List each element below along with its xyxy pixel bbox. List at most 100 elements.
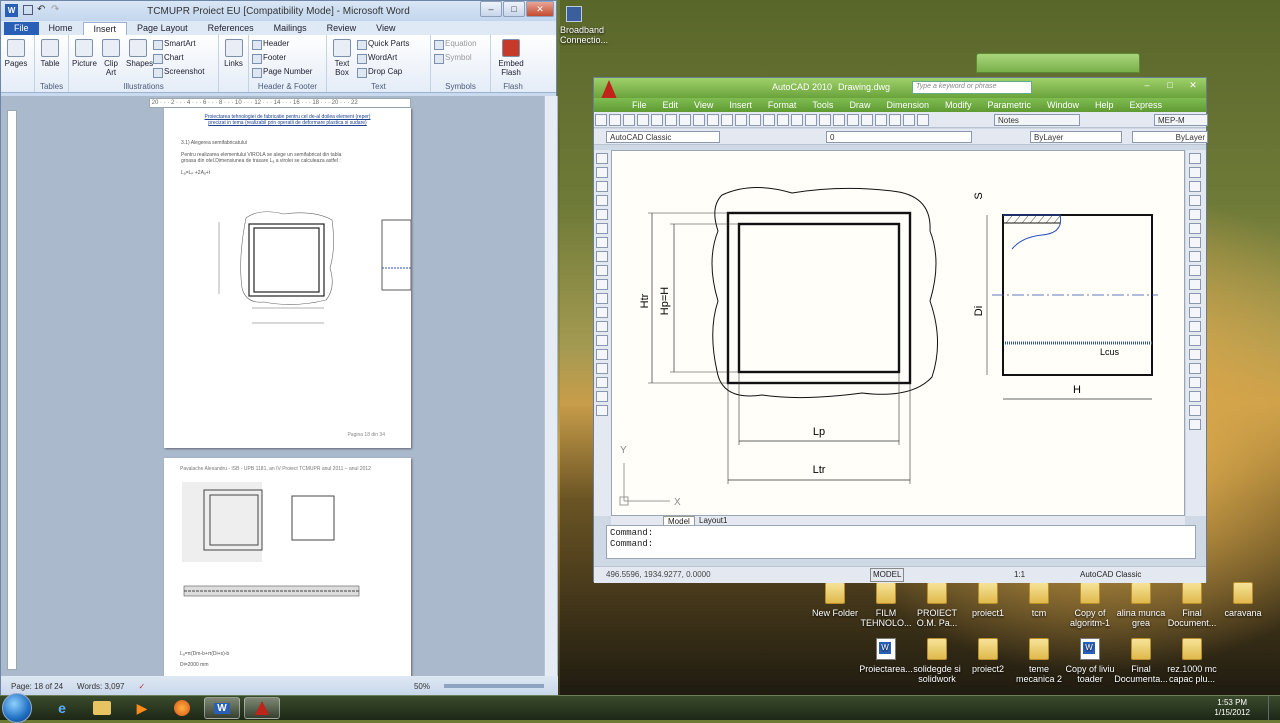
modify-tool-icon[interactable] (1189, 251, 1201, 262)
draw-tool-icon[interactable] (596, 195, 608, 206)
desktop-icon[interactable]: PROIECT O.M. Pa... (910, 582, 964, 628)
taskbar-autocad-icon[interactable] (244, 697, 280, 719)
zoom-level[interactable]: 50% (414, 682, 430, 691)
desktop-icon[interactable]: proiect1 (961, 582, 1015, 618)
modify-tool-icon[interactable] (1189, 293, 1201, 304)
acad-maximize-button[interactable]: □ (1159, 78, 1181, 94)
menu-view[interactable]: View (686, 98, 721, 112)
draw-tool-icon[interactable] (596, 377, 608, 388)
modify-tool-icon[interactable] (1189, 223, 1201, 234)
color-combo[interactable]: ByLayer (1030, 131, 1122, 143)
desktop-icon[interactable]: tcm (1012, 582, 1066, 618)
tab-references[interactable]: References (198, 22, 264, 35)
desktop-icon[interactable]: Copy of algoritm-1 (1063, 582, 1117, 628)
modify-tool-icon[interactable] (1189, 167, 1201, 178)
maximize-button[interactable]: □ (503, 1, 525, 17)
word-count[interactable]: Words: 3,097 (77, 682, 124, 691)
smartart-button[interactable]: SmartArt (153, 38, 204, 50)
draw-tool-icon[interactable] (596, 363, 608, 374)
taskbar-word-icon[interactable]: W (204, 697, 240, 719)
desktop-icon[interactable]: Proiectarea... (859, 638, 913, 674)
toolbar-tool-icon[interactable] (735, 114, 747, 126)
linetype-combo[interactable]: ByLayer (1132, 131, 1208, 143)
modify-tool-icon[interactable] (1189, 237, 1201, 248)
background-window-titlebar[interactable] (976, 53, 1140, 73)
toolbar-tool-icon[interactable] (861, 114, 873, 126)
pages-button[interactable]: Pages (4, 37, 28, 92)
toolbar-tool-icon[interactable] (791, 114, 803, 126)
model-space-button[interactable]: MODEL (870, 568, 905, 582)
chart-button[interactable]: Chart (153, 52, 204, 64)
menu-dimension[interactable]: Dimension (878, 98, 937, 112)
toolbar-tool-icon[interactable] (763, 114, 775, 126)
workspace-switch[interactable]: AutoCAD Classic (1080, 567, 1141, 583)
vertical-scrollbar[interactable] (544, 96, 557, 676)
tab-mailings[interactable]: Mailings (264, 22, 317, 35)
modify-tool-icon[interactable] (1189, 419, 1201, 430)
modify-tool-icon[interactable] (1189, 391, 1201, 402)
desktop-icon-broadband[interactable]: Broadband Connectio... (560, 6, 610, 45)
toolbar-tool-icon[interactable] (917, 114, 929, 126)
menu-window[interactable]: Window (1039, 98, 1087, 112)
menu-edit[interactable]: Edit (655, 98, 687, 112)
draw-tool-icon[interactable] (596, 391, 608, 402)
menu-help[interactable]: Help (1087, 98, 1122, 112)
toolbar-tool-icon[interactable] (819, 114, 831, 126)
menu-parametric[interactable]: Parametric (980, 98, 1040, 112)
show-desktop-button[interactable] (1268, 696, 1280, 721)
header-button[interactable]: Header (252, 38, 312, 50)
desktop-icon[interactable]: caravana (1216, 582, 1270, 618)
redo-icon[interactable]: ↷ (51, 4, 59, 15)
desktop-icon[interactable]: Final Documenta... (1114, 638, 1168, 684)
layer-combo[interactable]: 0 (826, 131, 972, 143)
modify-tool-icon[interactable] (1189, 307, 1201, 318)
desktop-icon[interactable]: teme mecanica 2 (1012, 638, 1066, 684)
toolbar-tool-icon[interactable] (595, 114, 607, 126)
draw-tool-icon[interactable] (596, 167, 608, 178)
acad-minimize-button[interactable]: – (1136, 78, 1158, 94)
toolbar-tool-icon[interactable] (777, 114, 789, 126)
draw-tool-icon[interactable] (596, 251, 608, 262)
desktop-icon[interactable]: New Folder (808, 582, 862, 618)
wordart-button[interactable]: WordArt (357, 52, 409, 64)
equation-button[interactable]: Equation (434, 38, 477, 50)
drop-cap-button[interactable]: Drop Cap (357, 66, 409, 78)
toolbar-tool-icon[interactable] (847, 114, 859, 126)
modify-tool-icon[interactable] (1189, 377, 1201, 388)
modify-tool-icon[interactable] (1189, 181, 1201, 192)
draw-tool-icon[interactable] (596, 349, 608, 360)
draw-tool-icon[interactable] (596, 223, 608, 234)
footer-button[interactable]: Footer (252, 52, 312, 64)
modify-tool-icon[interactable] (1189, 279, 1201, 290)
tab-insert[interactable]: Insert (82, 22, 128, 35)
save-icon[interactable] (23, 5, 33, 15)
menu-file[interactable]: File (624, 98, 655, 112)
menu-format[interactable]: Format (760, 98, 805, 112)
modify-tool-icon[interactable] (1189, 405, 1201, 416)
modify-tool-icon[interactable] (1189, 335, 1201, 346)
undo-icon[interactable]: ↶ (37, 4, 45, 15)
taskbar-explorer-icon[interactable] (84, 697, 120, 719)
draw-tool-icon[interactable] (596, 279, 608, 290)
page-number-button[interactable]: Page Number (252, 66, 312, 78)
menu-modify[interactable]: Modify (937, 98, 980, 112)
toolbar-tool-icon[interactable] (805, 114, 817, 126)
menu-express[interactable]: Express (1122, 98, 1171, 112)
menu-tools[interactable]: Tools (804, 98, 841, 112)
document-area[interactable]: 20 · · · 2 · · · 4 · · · 6 · · · 8 · · ·… (1, 96, 558, 678)
desktop-icon[interactable]: solidegde si solidwork (910, 638, 964, 684)
desktop-icon[interactable]: proiect2 (961, 638, 1015, 674)
close-button[interactable]: ✕ (526, 1, 554, 17)
toolbar-tool-icon[interactable] (903, 114, 915, 126)
draw-tool-icon[interactable] (596, 237, 608, 248)
toolbar-tool-icon[interactable] (889, 114, 901, 126)
taskbar-firefox-icon[interactable] (164, 697, 200, 719)
zoom-slider[interactable] (444, 684, 544, 688)
toolbar-tool-icon[interactable] (833, 114, 845, 126)
workspace-combo[interactable]: AutoCAD Classic (606, 131, 720, 143)
textstyle-combo[interactable]: Notes (994, 114, 1080, 126)
command-line[interactable]: Command: Command: (606, 525, 1196, 559)
desktop-icon[interactable]: Final Document... (1165, 582, 1219, 628)
toolbar-tool-icon[interactable] (651, 114, 663, 126)
quick-parts-button[interactable]: Quick Parts (357, 38, 409, 50)
